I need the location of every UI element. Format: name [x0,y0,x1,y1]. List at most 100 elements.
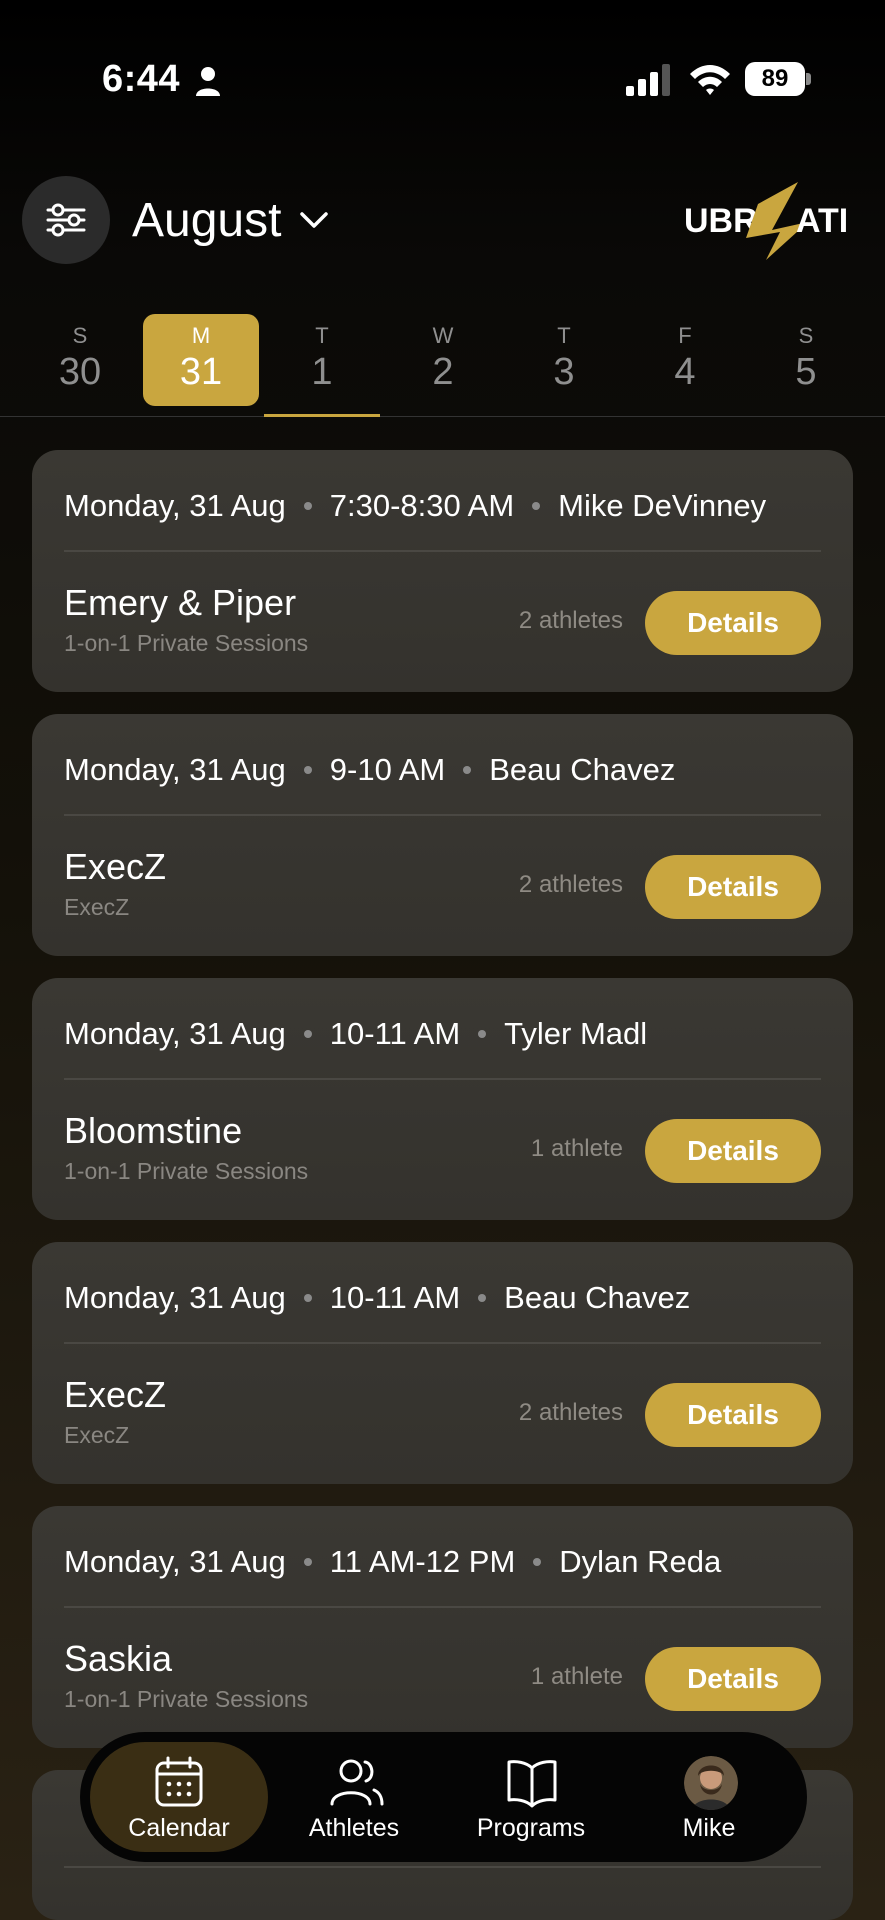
users-icon [330,1759,384,1806]
session-title: Saskia [64,1638,173,1679]
week-strip: S 30 M 31 T 1 W 2 T 3 F 4 S 5 [0,310,885,418]
separator-dot [478,1030,487,1038]
day-number: 31 [179,351,223,393]
nav-programs[interactable]: Programs [442,1742,620,1852]
book-icon [507,1760,557,1808]
card-divider [64,814,821,816]
nav-profile[interactable]: Mike [620,1742,798,1852]
day-of-week: T [557,323,571,348]
day-wednesday[interactable]: W 2 [385,314,501,406]
sliders-icon [46,203,86,237]
session-subtitle: 1-on-1 Private Sessions [64,1686,309,1712]
day-number: 2 [432,351,454,393]
nav-calendar[interactable]: Calendar [90,1742,268,1852]
battery-indicator: 89 [745,62,811,96]
separator-dot [303,1030,312,1038]
day-tuesday[interactable]: T 1 [264,314,380,406]
day-of-week: T [315,323,329,348]
session-time: 9-10 AM [329,752,446,787]
session-title: Emery & Piper [64,582,297,623]
day-number: 4 [674,351,696,393]
details-button[interactable]: Details [645,855,821,919]
session-subtitle: ExecZ [64,1422,130,1448]
session-coach: Dylan Reda [559,1544,722,1579]
session-card[interactable]: Monday, 31 Aug 9-10 AM Beau Chavez ExecZ… [32,714,853,956]
session-meta: Monday, 31 Aug 7:30-8:30 AM Mike DeVinne… [64,480,766,532]
svg-text:ATI: ATI [796,202,848,240]
details-button[interactable]: Details [645,1119,821,1183]
session-meta: Monday, 31 Aug 10-11 AM Beau Chavez [64,1272,690,1324]
day-friday[interactable]: F 4 [627,314,743,406]
session-card[interactable]: Monday, 31 Aug 10-11 AM Tyler Madl Bloom… [32,978,853,1220]
avatar [684,1756,738,1810]
month-label: August [132,193,282,247]
day-of-week: W [432,323,454,348]
card-divider [64,1342,821,1344]
calendar-icon [155,1756,203,1807]
separator-dot [478,1294,487,1302]
session-card[interactable]: Monday, 31 Aug 7:30-8:30 AM Mike DeVinne… [32,450,853,692]
brand-logo: UBR ATI [684,182,848,260]
day-number: 3 [553,351,575,393]
separator-dot [303,1294,312,1302]
filter-button[interactable] [22,176,110,264]
nav-label: Programs [476,1814,586,1842]
session-time: 10-11 AM [329,1280,461,1315]
session-card[interactable]: Monday, 31 Aug 11 AM-12 PM Dylan Reda Sa… [32,1506,853,1748]
session-date: Monday, 31 Aug [64,1016,286,1051]
separator-dot [303,1558,312,1566]
session-coach: Beau Chavez [489,752,676,787]
details-button[interactable]: Details [645,1383,821,1447]
session-title: ExecZ [64,846,167,887]
athlete-count: 2 athletes [518,1399,623,1426]
day-of-week: S [72,323,88,348]
bottom-nav: Calendar Athletes Programs Mike [80,1732,807,1862]
day-saturday[interactable]: S 5 [748,314,864,406]
day-of-week: S [798,323,814,348]
day-number: 5 [795,351,817,393]
session-date: Monday, 31 Aug [64,752,286,787]
status-time: 6:44 [102,58,181,100]
card-divider [64,1078,821,1080]
battery-level: 89 [761,65,789,92]
separator-dot [303,766,312,774]
day-of-week: F [678,323,692,348]
details-button[interactable]: Details [645,591,821,655]
wifi-icon [690,65,730,95]
day-sunday[interactable]: S 30 [22,314,138,406]
day-of-week: M [191,323,211,348]
session-date: Monday, 31 Aug [64,1544,286,1579]
nav-label: Calendar [128,1814,230,1842]
session-title: Bloomstine [64,1110,243,1151]
session-date: Monday, 31 Aug [64,488,286,523]
separator-dot [303,502,312,510]
separator-dot [533,1558,542,1566]
session-subtitle: 1-on-1 Private Sessions [64,1158,309,1184]
card-divider [64,550,821,552]
card-divider [64,1866,821,1868]
athlete-count: 1 athlete [530,1135,623,1162]
session-coach: Tyler Madl [504,1016,648,1051]
chevron-down-icon [300,212,329,228]
day-number: 1 [311,351,333,393]
session-date: Monday, 31 Aug [64,1280,286,1315]
athlete-count: 2 athletes [518,607,623,634]
card-divider [64,1606,821,1608]
svg-text:UBR: UBR [684,202,758,240]
person-icon [196,67,220,96]
status-bar: 6:44 89 [0,0,885,160]
month-selector[interactable]: August [132,190,329,250]
day-monday-selected[interactable]: M 31 [143,314,259,406]
athlete-count: 1 athlete [530,1663,623,1690]
session-title: ExecZ [64,1374,167,1415]
session-time: 11 AM-12 PM [329,1544,516,1579]
session-card[interactable]: Monday, 31 Aug 10-11 AM Beau Chavez Exec… [32,1242,853,1484]
details-button[interactable]: Details [645,1647,821,1711]
session-time: 10-11 AM [329,1016,461,1051]
nav-athletes[interactable]: Athletes [265,1742,443,1852]
nav-label: Athletes [308,1814,400,1842]
today-indicator [264,414,380,417]
separator-dot [463,766,472,774]
session-meta: Monday, 31 Aug 9-10 AM Beau Chavez [64,744,675,796]
day-thursday[interactable]: T 3 [506,314,622,406]
